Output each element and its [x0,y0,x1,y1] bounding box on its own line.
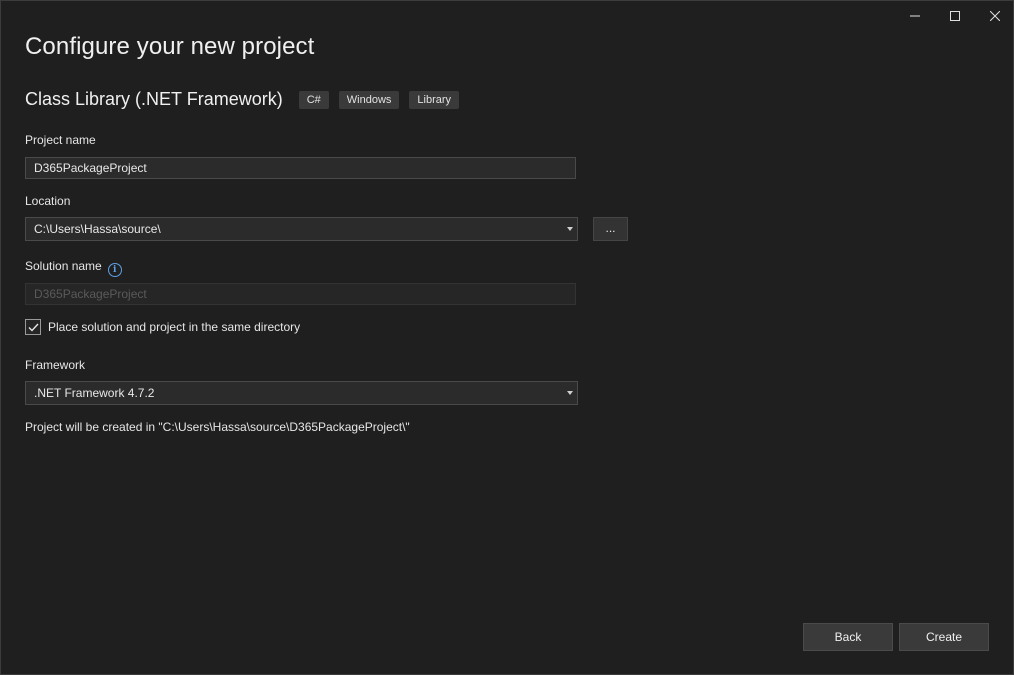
create-button[interactable]: Create [899,623,989,651]
back-button[interactable]: Back [803,623,893,651]
close-icon [990,11,1000,21]
location-combobox[interactable]: C:\Users\Hassa\source\ [25,217,578,241]
project-path-status: Project will be created in "C:\Users\Has… [25,420,410,434]
tag-language: C# [298,90,329,109]
maximize-button[interactable] [935,1,975,31]
framework-value: .NET Framework 4.7.2 [34,386,155,400]
solution-name-label-row: Solution name i [25,259,122,277]
same-directory-checkbox[interactable] [25,319,41,335]
framework-label: Framework [25,358,86,372]
location-label: Location [25,194,71,208]
project-name-input[interactable] [25,157,576,179]
tag-project-type: Library [409,90,460,109]
close-button[interactable] [975,1,1013,31]
browse-location-button[interactable]: ... [593,217,628,241]
chevron-down-icon [567,391,573,395]
minimize-button[interactable] [895,1,935,31]
template-header: Class Library (.NET Framework) C# Window… [25,89,469,110]
page-title: Configure your new project [25,33,315,60]
solution-name-input [25,283,576,305]
checkmark-icon [28,323,39,332]
framework-select[interactable]: .NET Framework 4.7.2 [25,381,578,405]
solution-name-label: Solution name [25,259,102,273]
same-directory-label: Place solution and project in the same d… [48,320,301,334]
info-icon[interactable]: i [107,263,122,277]
minimize-icon [910,15,920,17]
maximize-icon [950,11,960,21]
same-directory-option[interactable]: Place solution and project in the same d… [25,319,300,335]
tag-platform: Windows [338,90,400,109]
location-value: C:\Users\Hassa\source\ [34,222,161,236]
configure-project-window: Configure your new project Class Library… [0,0,1014,675]
chevron-down-icon [567,227,573,231]
project-name-label: Project name [25,133,96,147]
template-name: Class Library (.NET Framework) [25,89,283,109]
